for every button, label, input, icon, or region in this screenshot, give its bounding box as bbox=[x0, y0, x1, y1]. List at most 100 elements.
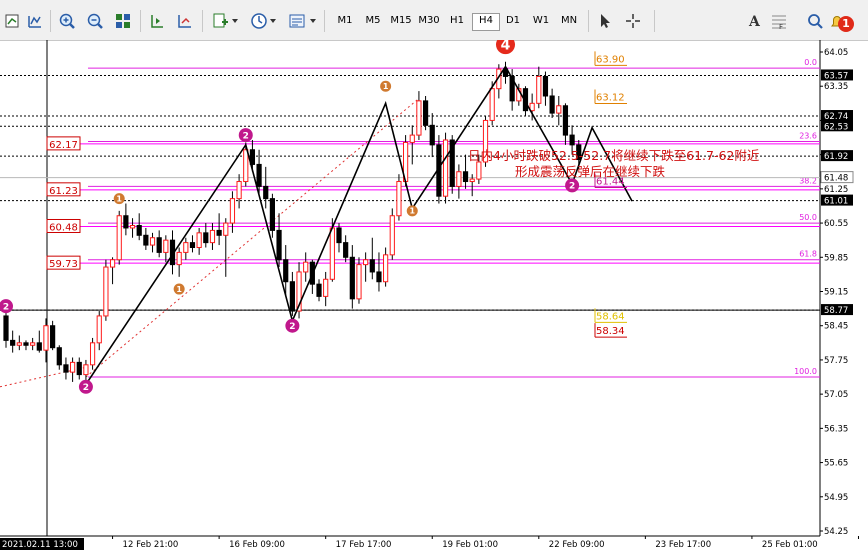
wave-label-text: 1 bbox=[116, 195, 122, 204]
horizontal-levels: 62.17 61.23 60.48 59.73 bbox=[0, 74, 820, 388]
bull-candle-body bbox=[96, 315, 102, 344]
candle bbox=[96, 311, 102, 351]
timeframe-m1[interactable]: M1 bbox=[332, 13, 358, 29]
fibo-tool-icon[interactable]: F bbox=[768, 10, 790, 32]
search-icon[interactable] bbox=[804, 10, 826, 32]
candle bbox=[303, 252, 309, 282]
candle bbox=[269, 193, 275, 238]
fib-level-label: 50.0 bbox=[799, 213, 817, 222]
level-label-text: 61.23 bbox=[49, 186, 78, 197]
bear-candle-body bbox=[462, 171, 469, 183]
timeframe-mn[interactable]: MN bbox=[556, 13, 582, 29]
bear-candle-body bbox=[429, 124, 435, 146]
target-price-label: 63.12 bbox=[596, 92, 625, 103]
candle bbox=[429, 113, 435, 158]
bull-candle-body bbox=[396, 181, 402, 217]
indicators-dropdown-icon[interactable] bbox=[230, 10, 240, 32]
bull-candle-body bbox=[323, 278, 329, 297]
candle bbox=[549, 88, 555, 118]
bull-candle-body bbox=[389, 215, 395, 256]
tile-windows-icon[interactable] bbox=[112, 10, 134, 32]
price-tick-label: 63.35 bbox=[824, 82, 848, 92]
candle bbox=[383, 247, 389, 287]
target-price-label: 63.90 bbox=[596, 54, 625, 65]
candle bbox=[343, 235, 349, 263]
bull-candle-body bbox=[489, 88, 495, 121]
bear-candle-body bbox=[23, 342, 29, 346]
time-tick-label: 23 Feb 17:00 bbox=[655, 540, 711, 550]
price-axis-badge-label: 63.57 bbox=[824, 71, 848, 81]
fib-level-label: 23.6 bbox=[799, 131, 817, 140]
candle bbox=[156, 230, 162, 258]
chart-shift-icon[interactable] bbox=[146, 10, 168, 32]
timeframe-m5[interactable]: M5 bbox=[360, 13, 386, 29]
price-tick-label: 57.75 bbox=[824, 356, 848, 366]
timeframe-d1[interactable]: D1 bbox=[500, 13, 526, 29]
bull-candle-body bbox=[476, 161, 482, 180]
bull-candle-body bbox=[183, 242, 189, 253]
bear-candle-body bbox=[289, 281, 295, 312]
crosshair-icon[interactable] bbox=[622, 10, 644, 32]
candle bbox=[143, 227, 149, 250]
bear-candle-body bbox=[203, 232, 209, 244]
analysis-annotation-text: 日内4小时跌破52.5-52.7将继续下跌至61.7-62附近 bbox=[468, 148, 760, 163]
bear-candle-body bbox=[349, 256, 355, 300]
candle bbox=[136, 213, 142, 241]
candle bbox=[263, 166, 269, 209]
bull-candle-body bbox=[223, 222, 229, 236]
bear-candle-body bbox=[76, 361, 82, 376]
periodicity-dropdown-icon[interactable] bbox=[268, 10, 278, 32]
timeframe-m15[interactable]: M15 bbox=[388, 13, 414, 29]
candles bbox=[3, 61, 582, 387]
cursor-icon[interactable] bbox=[594, 10, 616, 32]
indicators-icon[interactable] bbox=[210, 10, 232, 32]
timeframe-w1[interactable]: W1 bbox=[528, 13, 554, 29]
bear-candle-body bbox=[542, 75, 549, 97]
bull-candle-body bbox=[209, 229, 216, 244]
bull-candle-body bbox=[229, 198, 236, 224]
chart-grid bbox=[0, 40, 821, 537]
bull-candle-body bbox=[456, 171, 462, 187]
autoscroll-icon[interactable] bbox=[174, 10, 196, 32]
templates-icon[interactable] bbox=[286, 10, 308, 32]
candle bbox=[89, 337, 96, 370]
price-axis: 64.0563.3562.6561.9561.2560.5559.8559.15… bbox=[820, 48, 854, 537]
candle bbox=[349, 245, 355, 309]
wave-label-text: 2 bbox=[3, 302, 9, 312]
wave-label-text: 4 bbox=[501, 40, 511, 54]
bear-candle-body bbox=[263, 185, 269, 200]
bear-candle-body bbox=[376, 271, 382, 283]
time-tick-label: 16 Feb 09:00 bbox=[229, 540, 285, 550]
timeframe-m30[interactable]: M30 bbox=[416, 13, 442, 29]
timeframe-h1[interactable]: H1 bbox=[444, 13, 470, 29]
price-chart[interactable]: 0.023.638.250.061.8100.0 62.1761.2360.48… bbox=[0, 40, 868, 553]
zoom-in-icon[interactable] bbox=[56, 10, 78, 32]
bull-candle-body bbox=[329, 227, 335, 280]
bear-candle-body bbox=[143, 234, 149, 246]
periodicity-icon[interactable] bbox=[248, 10, 270, 32]
bull-candle-body bbox=[43, 325, 49, 351]
price-axis-badge-label: 61.92 bbox=[824, 152, 848, 162]
text-tool-icon[interactable]: A bbox=[744, 10, 766, 32]
bull-candle-body bbox=[236, 181, 242, 200]
bear-candle-body bbox=[50, 325, 56, 349]
templates-dropdown-icon[interactable] bbox=[308, 10, 318, 32]
bull-candle-body bbox=[16, 342, 22, 346]
wave-label-text: 2 bbox=[569, 182, 575, 192]
level-label-text: 60.48 bbox=[49, 222, 78, 233]
profiles-icon[interactable] bbox=[24, 10, 46, 32]
price-tick-label: 60.55 bbox=[824, 219, 848, 229]
level-label-text: 62.17 bbox=[49, 140, 78, 151]
wave-label-text: 2 bbox=[83, 383, 89, 393]
target-price-label: 58.34 bbox=[596, 326, 625, 337]
bear-candle-body bbox=[63, 364, 69, 373]
zoom-out-icon[interactable] bbox=[84, 10, 106, 32]
candle bbox=[496, 64, 502, 99]
candle bbox=[123, 203, 129, 236]
candle bbox=[289, 271, 295, 316]
bull-candle-body bbox=[103, 266, 109, 317]
price-tick-label: 54.95 bbox=[824, 493, 848, 503]
candle bbox=[542, 71, 549, 106]
timeframe-h4[interactable]: H4 bbox=[472, 13, 500, 31]
new-chart-icon[interactable] bbox=[2, 10, 24, 32]
